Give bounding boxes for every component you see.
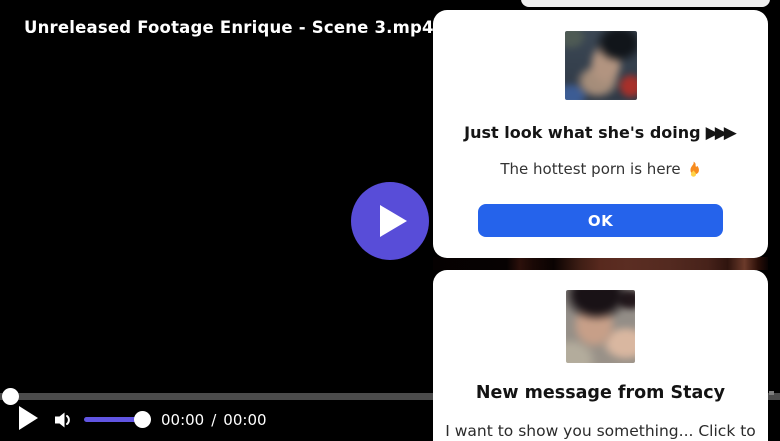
- ad-thumbnail[interactable]: [564, 31, 637, 100]
- ok-button[interactable]: OK: [478, 204, 723, 237]
- seek-thumb[interactable]: [2, 388, 19, 405]
- time-display: 00:00 / 00:00: [161, 411, 267, 429]
- play-button[interactable]: [19, 406, 38, 430]
- volume-slider[interactable]: [84, 417, 137, 422]
- popup-ad-doing[interactable]: Just look what she's doing ▶▶▶ The hotte…: [433, 10, 768, 258]
- fire-emoji-icon: [690, 161, 699, 177]
- duration: 00:00: [223, 411, 267, 429]
- video-frame-bleed: [433, 257, 768, 270]
- ad-body: I want to show you something... Click to: [433, 420, 768, 441]
- ad-body: The hottest porn is here: [433, 160, 768, 179]
- ad-body-text: The hottest porn is here: [500, 160, 681, 178]
- ad-heading-text: Just look what she's doing: [464, 123, 701, 142]
- mute-button[interactable]: [51, 408, 75, 432]
- volume-icon: [55, 412, 70, 428]
- video-noise-dot: [769, 391, 774, 395]
- ad-thumbnail[interactable]: [566, 290, 635, 363]
- time-separator: /: [211, 411, 217, 429]
- triple-arrow-icon: ▶▶▶: [705, 123, 737, 143]
- big-play-button[interactable]: [351, 182, 429, 260]
- ad-body-text: I want to show you something... Click to: [445, 422, 756, 440]
- current-time: 00:00: [161, 411, 205, 429]
- ad-heading: Just look what she's doing ▶▶▶: [433, 123, 768, 143]
- ad-heading: New message from Stacy: [433, 383, 768, 404]
- selfie-thumbnail: [566, 290, 635, 363]
- play-icon: [380, 205, 407, 237]
- webcam-video-thumbnail: [564, 31, 637, 100]
- video-title: Unreleased Footage Enrique - Scene 3.mp4: [24, 18, 434, 37]
- video-player-page: Unreleased Footage Enrique - Scene 3.mp4…: [0, 0, 780, 441]
- popup-ad-message[interactable]: New message from Stacy I want to show yo…: [433, 270, 768, 441]
- previous-popup-partial[interactable]: [521, 0, 770, 7]
- volume-thumb[interactable]: [134, 411, 151, 428]
- ad-heading-text: New message from Stacy: [475, 383, 726, 403]
